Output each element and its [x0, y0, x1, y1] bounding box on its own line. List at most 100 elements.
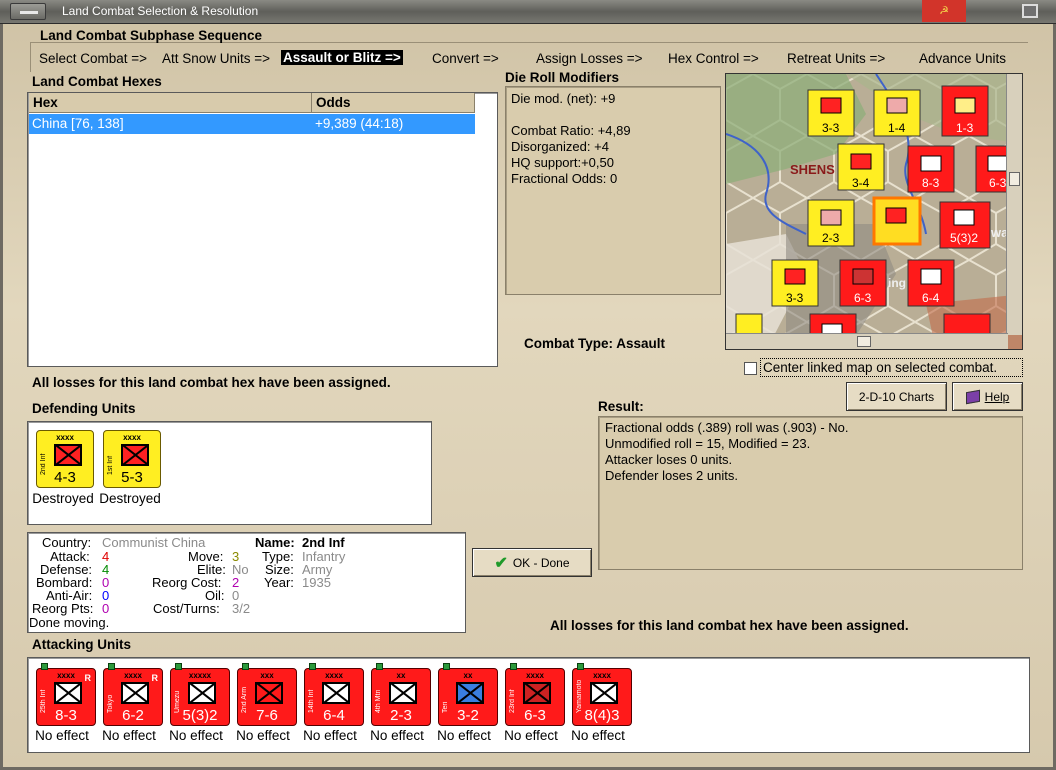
unit-status: No effect	[504, 728, 558, 743]
attacking-unit-counter[interactable]: xxxx 14th Inf 6-4	[304, 663, 364, 726]
combat-type-label: Combat Type:	[524, 336, 614, 351]
hexes-table: Hex Odds China [76, 138] +9,389 (44:18)	[27, 92, 498, 367]
charts-button[interactable]: 2-D-10 Charts	[846, 382, 947, 411]
cost-turns-value: 3/2	[232, 601, 251, 616]
ok-done-label: OK - Done	[512, 555, 570, 570]
map-hscroll-thumb[interactable]	[857, 336, 871, 347]
attacking-unit-counter[interactable]: xxx 2nd Arm 7-6	[237, 663, 297, 726]
modifier-line: Die mod. (net): +9	[511, 91, 616, 106]
modifier-line: Fractional Odds: 0	[511, 171, 618, 186]
infantry-icon	[54, 682, 82, 704]
result-line: Defender loses 2 units.	[605, 468, 738, 483]
modifiers-panel: Die mod. (net): +9 Combat Ratio: +4,89 D…	[505, 86, 721, 295]
attacking-unit-counter[interactable]: xxxx Yamamoto 8(4)3	[572, 663, 632, 726]
year-label: Year:	[264, 575, 294, 590]
unit-values: 3-2	[457, 707, 479, 724]
hq-dot-icon	[510, 663, 517, 670]
ok-done-button[interactable]: ✔ OK - Done	[472, 548, 592, 577]
center-map-label[interactable]: Center linked map on selected combat.	[763, 360, 997, 375]
title-bar[interactable]: Land Combat Selection & Resolution ☭	[0, 0, 1056, 24]
phase-convert: Convert =>	[432, 51, 499, 66]
unit-status: No effect	[437, 728, 491, 743]
svg-text:6-3: 6-3	[989, 176, 1007, 190]
infantry-icon	[121, 444, 149, 466]
unit-status: Destroyed	[32, 491, 94, 506]
unit-status: No effect	[571, 728, 625, 743]
hq-dot-icon	[376, 663, 383, 670]
attacking-unit-counter[interactable]: xxxxx Umezu 5(3)2	[170, 663, 230, 726]
unit-status: No effect	[102, 728, 156, 743]
linked-map[interactable]: SHENS ing wa 3-3 1-4 1-3 3-4 8-3 6-3 2-3	[725, 73, 1023, 350]
odds-cell: +9,389 (44:18)	[315, 116, 404, 131]
window-menu-button[interactable]	[10, 3, 46, 20]
die-roll-modifiers-title: Die Roll Modifiers	[505, 70, 620, 85]
hex-column-header[interactable]: Hex	[29, 93, 312, 113]
unit-status: No effect	[169, 728, 223, 743]
attacking-units-panel: xxxx R 25th Inf 8-3 No effect xxxx R Tok…	[27, 657, 1030, 753]
svg-text:3-3: 3-3	[822, 121, 840, 135]
maximize-icon[interactable]	[1022, 4, 1038, 18]
country-value: Communist China	[102, 535, 206, 550]
hq-dot-icon	[443, 663, 450, 670]
defending-unit-counter[interactable]: xxxx 1st Inf 5-3	[103, 430, 161, 488]
table-row[interactable]: China [76, 138] +9,389 (44:18)	[29, 114, 475, 134]
modifier-line: Combat Ratio: +4,89	[511, 123, 631, 138]
combat-type: Combat Type: Assault	[524, 336, 665, 351]
attacking-unit-counter[interactable]: xxxx 23rd Inf 6-3	[505, 663, 565, 726]
unit-values: 4-3	[54, 469, 76, 486]
combat-type-value: Assault	[616, 336, 666, 351]
cost-turns-label: Cost/Turns:	[153, 601, 220, 616]
svg-text:5(3)2: 5(3)2	[950, 231, 978, 245]
charts-button-label: 2-D-10 Charts	[858, 389, 935, 404]
attacking-units-title: Attacking Units	[32, 637, 132, 652]
unit-values: 2-3	[390, 707, 412, 724]
help-button-label: Help	[984, 389, 1010, 404]
map-vscroll-thumb[interactable]	[1009, 172, 1020, 186]
unit-values: 6-3	[524, 707, 546, 724]
phase-att-snow-units: Att Snow Units =>	[162, 51, 271, 66]
unit-values: 5-3	[121, 469, 143, 486]
unit-tag: R	[84, 673, 92, 683]
svg-text:3-4: 3-4	[852, 176, 870, 190]
phase-select-combat: Select Combat =>	[39, 51, 148, 66]
svg-text:6-4: 6-4	[922, 291, 940, 305]
hq-dot-icon	[41, 663, 48, 670]
marine-icon	[456, 682, 484, 704]
hex-cell: China [76, 138]	[32, 116, 124, 131]
result-panel: Fractional odds (.389) roll was (.903) -…	[598, 416, 1023, 570]
map-label-shensi: SHENS	[790, 162, 835, 177]
infantry-icon	[322, 682, 350, 704]
infantry-icon	[590, 682, 618, 704]
phase-retreat-units: Retreat Units =>	[787, 51, 886, 66]
infantry-icon	[188, 682, 216, 704]
phase-assault-or-blitz: Assault or Blitz =>	[281, 50, 403, 65]
unit-status: No effect	[370, 728, 424, 743]
center-map-checkbox[interactable]	[744, 362, 757, 375]
unit-status: No effect	[35, 728, 89, 743]
result-line: Attacker loses 0 units.	[605, 452, 733, 467]
name-label: Name:	[255, 535, 295, 550]
result-title: Result:	[598, 399, 644, 414]
unit-tag: R	[151, 673, 159, 683]
hq-dot-icon	[309, 663, 316, 670]
reorg-pts-label: Reorg Pts:	[32, 601, 94, 616]
attacking-unit-counter[interactable]: xxxx R 25th Inf 8-3	[36, 663, 96, 726]
close-button[interactable]: ☭	[922, 0, 966, 22]
svg-text:1-3: 1-3	[956, 121, 974, 135]
attacking-unit-counter[interactable]: xxxx R Tokyo 6-2	[103, 663, 163, 726]
map-horizontal-scrollbar[interactable]	[726, 333, 1008, 349]
help-button[interactable]: Help	[952, 382, 1023, 411]
land-combat-hexes-title: Land Combat Hexes	[32, 74, 162, 89]
year-value: 1935	[302, 575, 331, 590]
reorg-pts-value: 0	[102, 601, 110, 616]
unit-values: 8(4)3	[584, 707, 620, 724]
attacking-unit-counter[interactable]: xx 4th Mtn 2-3	[371, 663, 431, 726]
hq-dot-icon	[175, 663, 182, 670]
map-vertical-scrollbar[interactable]	[1006, 74, 1022, 335]
svg-text:1-4: 1-4	[888, 121, 906, 135]
mechanized-infantry-icon	[121, 682, 149, 704]
attacking-unit-counter[interactable]: xx Teri 3-2	[438, 663, 498, 726]
defending-unit-counter[interactable]: xxxx 2nd Inf 4-3	[36, 430, 94, 488]
odds-column-header[interactable]: Odds	[312, 93, 475, 113]
modifier-line: Disorganized: +4	[511, 139, 609, 154]
